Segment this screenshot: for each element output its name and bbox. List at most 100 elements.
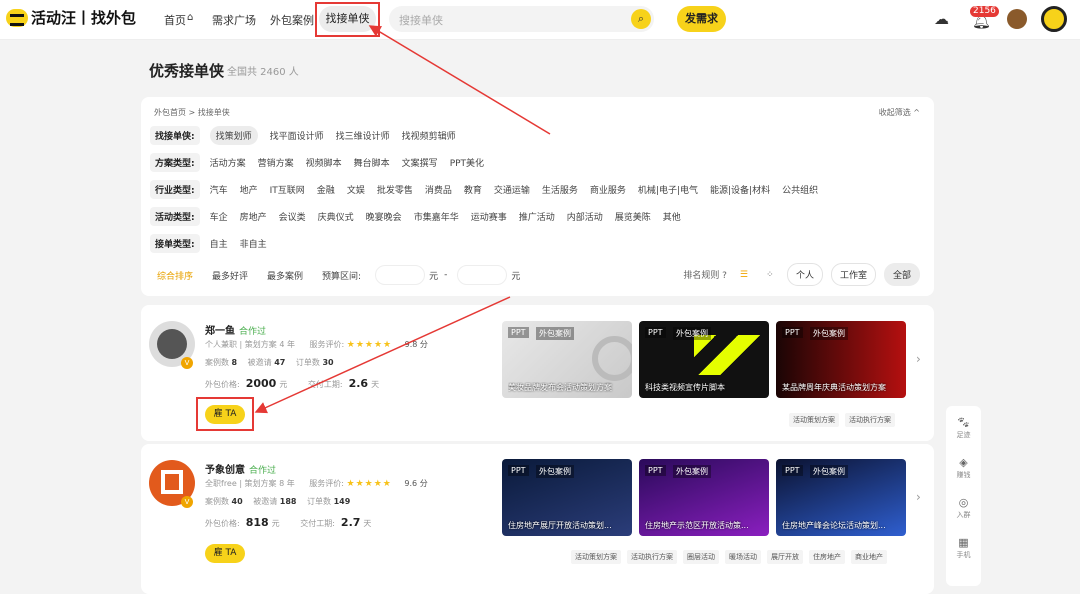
case-tags: 活动策划方案 活动执行方案 圈层活动 暖场活动 展厅开放 住房地产 商业地产 [571, 550, 887, 564]
provider-stats: 案例数 8 被邀请 47 订单数 30 [205, 358, 334, 367]
filter-option[interactable]: 交通运输 [494, 183, 530, 196]
filter-option[interactable]: 汽车 [210, 183, 228, 196]
bee-logo-icon [6, 8, 28, 27]
case-thumbnail[interactable]: PPT 外包案例 住房地产示范区开放活动策... [639, 459, 769, 536]
filter-row-order: 接单类型: 自主 非自主 [150, 233, 279, 253]
filter-all[interactable]: 全部 [883, 263, 920, 286]
hire-button[interactable]: 雇 TA [205, 544, 245, 563]
post-demand-button[interactable]: 发需求 [677, 6, 726, 32]
filter-option[interactable]: 能源|设备|材料 [710, 183, 770, 196]
filter-option[interactable]: 自主 [210, 237, 228, 250]
sort-best-rated[interactable]: 最多好评 [212, 269, 248, 282]
case-thumbnail[interactable]: PPT 外包案例 科技类视频宣传片脚本 [639, 321, 769, 398]
sort-bar: 综合排序 最多好评 最多案例 预算区间: 元 - 元 [157, 265, 520, 285]
filter-option[interactable]: IT互联网 [270, 183, 305, 196]
filter-option[interactable]: 找平面设计师 [270, 129, 324, 142]
rating-stars: ★★★★★ [346, 340, 393, 350]
site-logo[interactable]: 活动汪丨找外包 [6, 7, 136, 28]
filter-option[interactable]: 找策划师 [209, 125, 258, 145]
filter-option[interactable]: 会议类 [279, 210, 306, 223]
filter-row-plan: 方案类型: 活动方案 营销方案 视频脚本 舞台脚本 文案撰写 PPT美化 [150, 152, 496, 172]
filter-option[interactable]: 找三维设计师 [336, 129, 390, 142]
filter-option[interactable]: 房地产 [240, 210, 267, 223]
case-tags: 活动策划方案 活动执行方案 [789, 413, 895, 427]
filter-option[interactable]: 营销方案 [258, 156, 294, 169]
annotation-box-hire [196, 397, 254, 431]
filter-studio[interactable]: 工作室 [830, 263, 876, 286]
cloud-upload-icon[interactable]: ☁ [934, 10, 949, 28]
money-bag-icon: ◈ [959, 456, 968, 469]
case-thumbnail[interactable]: PPT 外包案例 住房地产峰会论坛活动策划... [776, 459, 906, 536]
filter-option[interactable]: 找视频剪辑师 [402, 129, 456, 142]
provider-name[interactable]: 郑一鱼 合作过 [205, 322, 266, 337]
home-icon: ⌂ [187, 12, 194, 23]
filter-option[interactable]: 机械|电子|电气 [638, 183, 698, 196]
qr-code-icon: ▦ [958, 536, 969, 549]
case-thumbnail[interactable]: PPT 外包案例 美妆品牌发布会活动策划方案 [502, 321, 632, 398]
sidebar-mobile[interactable]: ▦ 手机 [946, 536, 981, 560]
filter-option[interactable]: 庆典仪式 [318, 210, 354, 223]
search-box[interactable]: 搜接单侠 ⌕ [389, 6, 654, 32]
vip-crown-icon[interactable] [1007, 9, 1027, 29]
search-input[interactable]: 搜接单侠 [399, 12, 443, 28]
budget-label: 预算区间: [322, 271, 362, 282]
filter-option[interactable]: PPT美化 [450, 156, 484, 169]
rank-rule-link[interactable]: 排名规则 ? [683, 268, 727, 281]
sort-most-cases[interactable]: 最多案例 [267, 269, 303, 282]
nav-cases[interactable]: 外包案例 [270, 12, 314, 28]
filter-option[interactable]: 其他 [663, 210, 681, 223]
provider-role: 个人兼职 | 策划方案 4 年 服务评价: ★★★★★ 9.8 分 [205, 340, 428, 350]
filter-option[interactable]: 推广活动 [519, 210, 555, 223]
list-view-icon[interactable]: ☰ [735, 270, 753, 280]
filter-option[interactable]: 晚宴晚会 [366, 210, 402, 223]
filter-option[interactable]: 舞台脚本 [354, 156, 390, 169]
filter-option[interactable]: 生活服务 [542, 183, 578, 196]
chevron-right-icon[interactable]: › [916, 352, 921, 366]
provider-price: 外包价格: 818 元 交付工期: 2.7 天 [205, 516, 372, 529]
annotation-box-nav [315, 2, 380, 37]
view-controls: 排名规则 ? ☰ ⁘ 个人 工作室 全部 [683, 263, 920, 286]
filter-option[interactable]: 文娱 [347, 183, 365, 196]
search-icon[interactable]: ⌕ [631, 9, 651, 29]
filter-option[interactable]: 商业服务 [590, 183, 626, 196]
filter-individual[interactable]: 个人 [786, 263, 823, 286]
filter-option[interactable]: 地产 [240, 183, 258, 196]
verified-icon: V [181, 496, 193, 508]
filter-option[interactable]: 市集嘉年华 [414, 210, 459, 223]
filter-option[interactable]: 视频脚本 [306, 156, 342, 169]
budget-min-input[interactable] [375, 265, 426, 285]
wechat-icon: ◎ [958, 496, 969, 509]
chevron-right-icon[interactable]: › [916, 490, 921, 504]
filter-option[interactable]: 教育 [464, 183, 482, 196]
floating-sidebar: 🐾︎ 足迹 ◈ 赚钱 ◎ 入群 ▦ 手机 [946, 406, 981, 586]
provider-card: V 郑一鱼 合作过 个人兼职 | 策划方案 4 年 服务评价: ★★★★★ 9.8… [141, 305, 934, 441]
case-thumbnail[interactable]: PPT 外包案例 住房地产展厅开放活动策划... [502, 459, 632, 536]
grid-view-icon[interactable]: ⁘ [761, 270, 779, 280]
filter-option[interactable]: 车企 [210, 210, 228, 223]
filter-option[interactable]: 金融 [317, 183, 335, 196]
breadcrumb[interactable]: 外包首页 > 找接单侠 [154, 107, 230, 118]
filter-option[interactable]: 运动赛事 [471, 210, 507, 223]
provider-name[interactable]: 予象创意 合作过 [205, 461, 276, 476]
verified-icon: V [181, 357, 193, 369]
filter-option[interactable]: 活动方案 [210, 156, 246, 169]
user-avatar[interactable] [1041, 6, 1067, 32]
filter-option[interactable]: 展览美陈 [615, 210, 651, 223]
filter-option[interactable]: 非自主 [240, 237, 267, 250]
notification-badge: 2156 [970, 6, 999, 17]
filter-option[interactable]: 公共组织 [782, 183, 818, 196]
rating-stars: ★★★★★ [346, 479, 392, 489]
sidebar-footprint[interactable]: 🐾︎ 足迹 [946, 416, 981, 440]
filter-option[interactable]: 消费品 [425, 183, 452, 196]
case-thumbnail[interactable]: PPT 外包案例 某品牌周年庆典活动策划方案 [776, 321, 906, 398]
sidebar-earn[interactable]: ◈ 赚钱 [946, 456, 981, 480]
nav-demand-square[interactable]: 需求广场 [212, 12, 256, 28]
collapse-filter-button[interactable]: 收起筛选 ^ [879, 107, 920, 118]
nav-home[interactable]: 首页 [164, 12, 186, 28]
sidebar-group[interactable]: ◎ 入群 [946, 496, 981, 520]
budget-max-input[interactable] [457, 265, 508, 285]
filter-option[interactable]: 内部活动 [567, 210, 603, 223]
sort-comprehensive[interactable]: 综合排序 [157, 269, 193, 282]
filter-option[interactable]: 批发零售 [377, 183, 413, 196]
filter-option[interactable]: 文案撰写 [402, 156, 438, 169]
